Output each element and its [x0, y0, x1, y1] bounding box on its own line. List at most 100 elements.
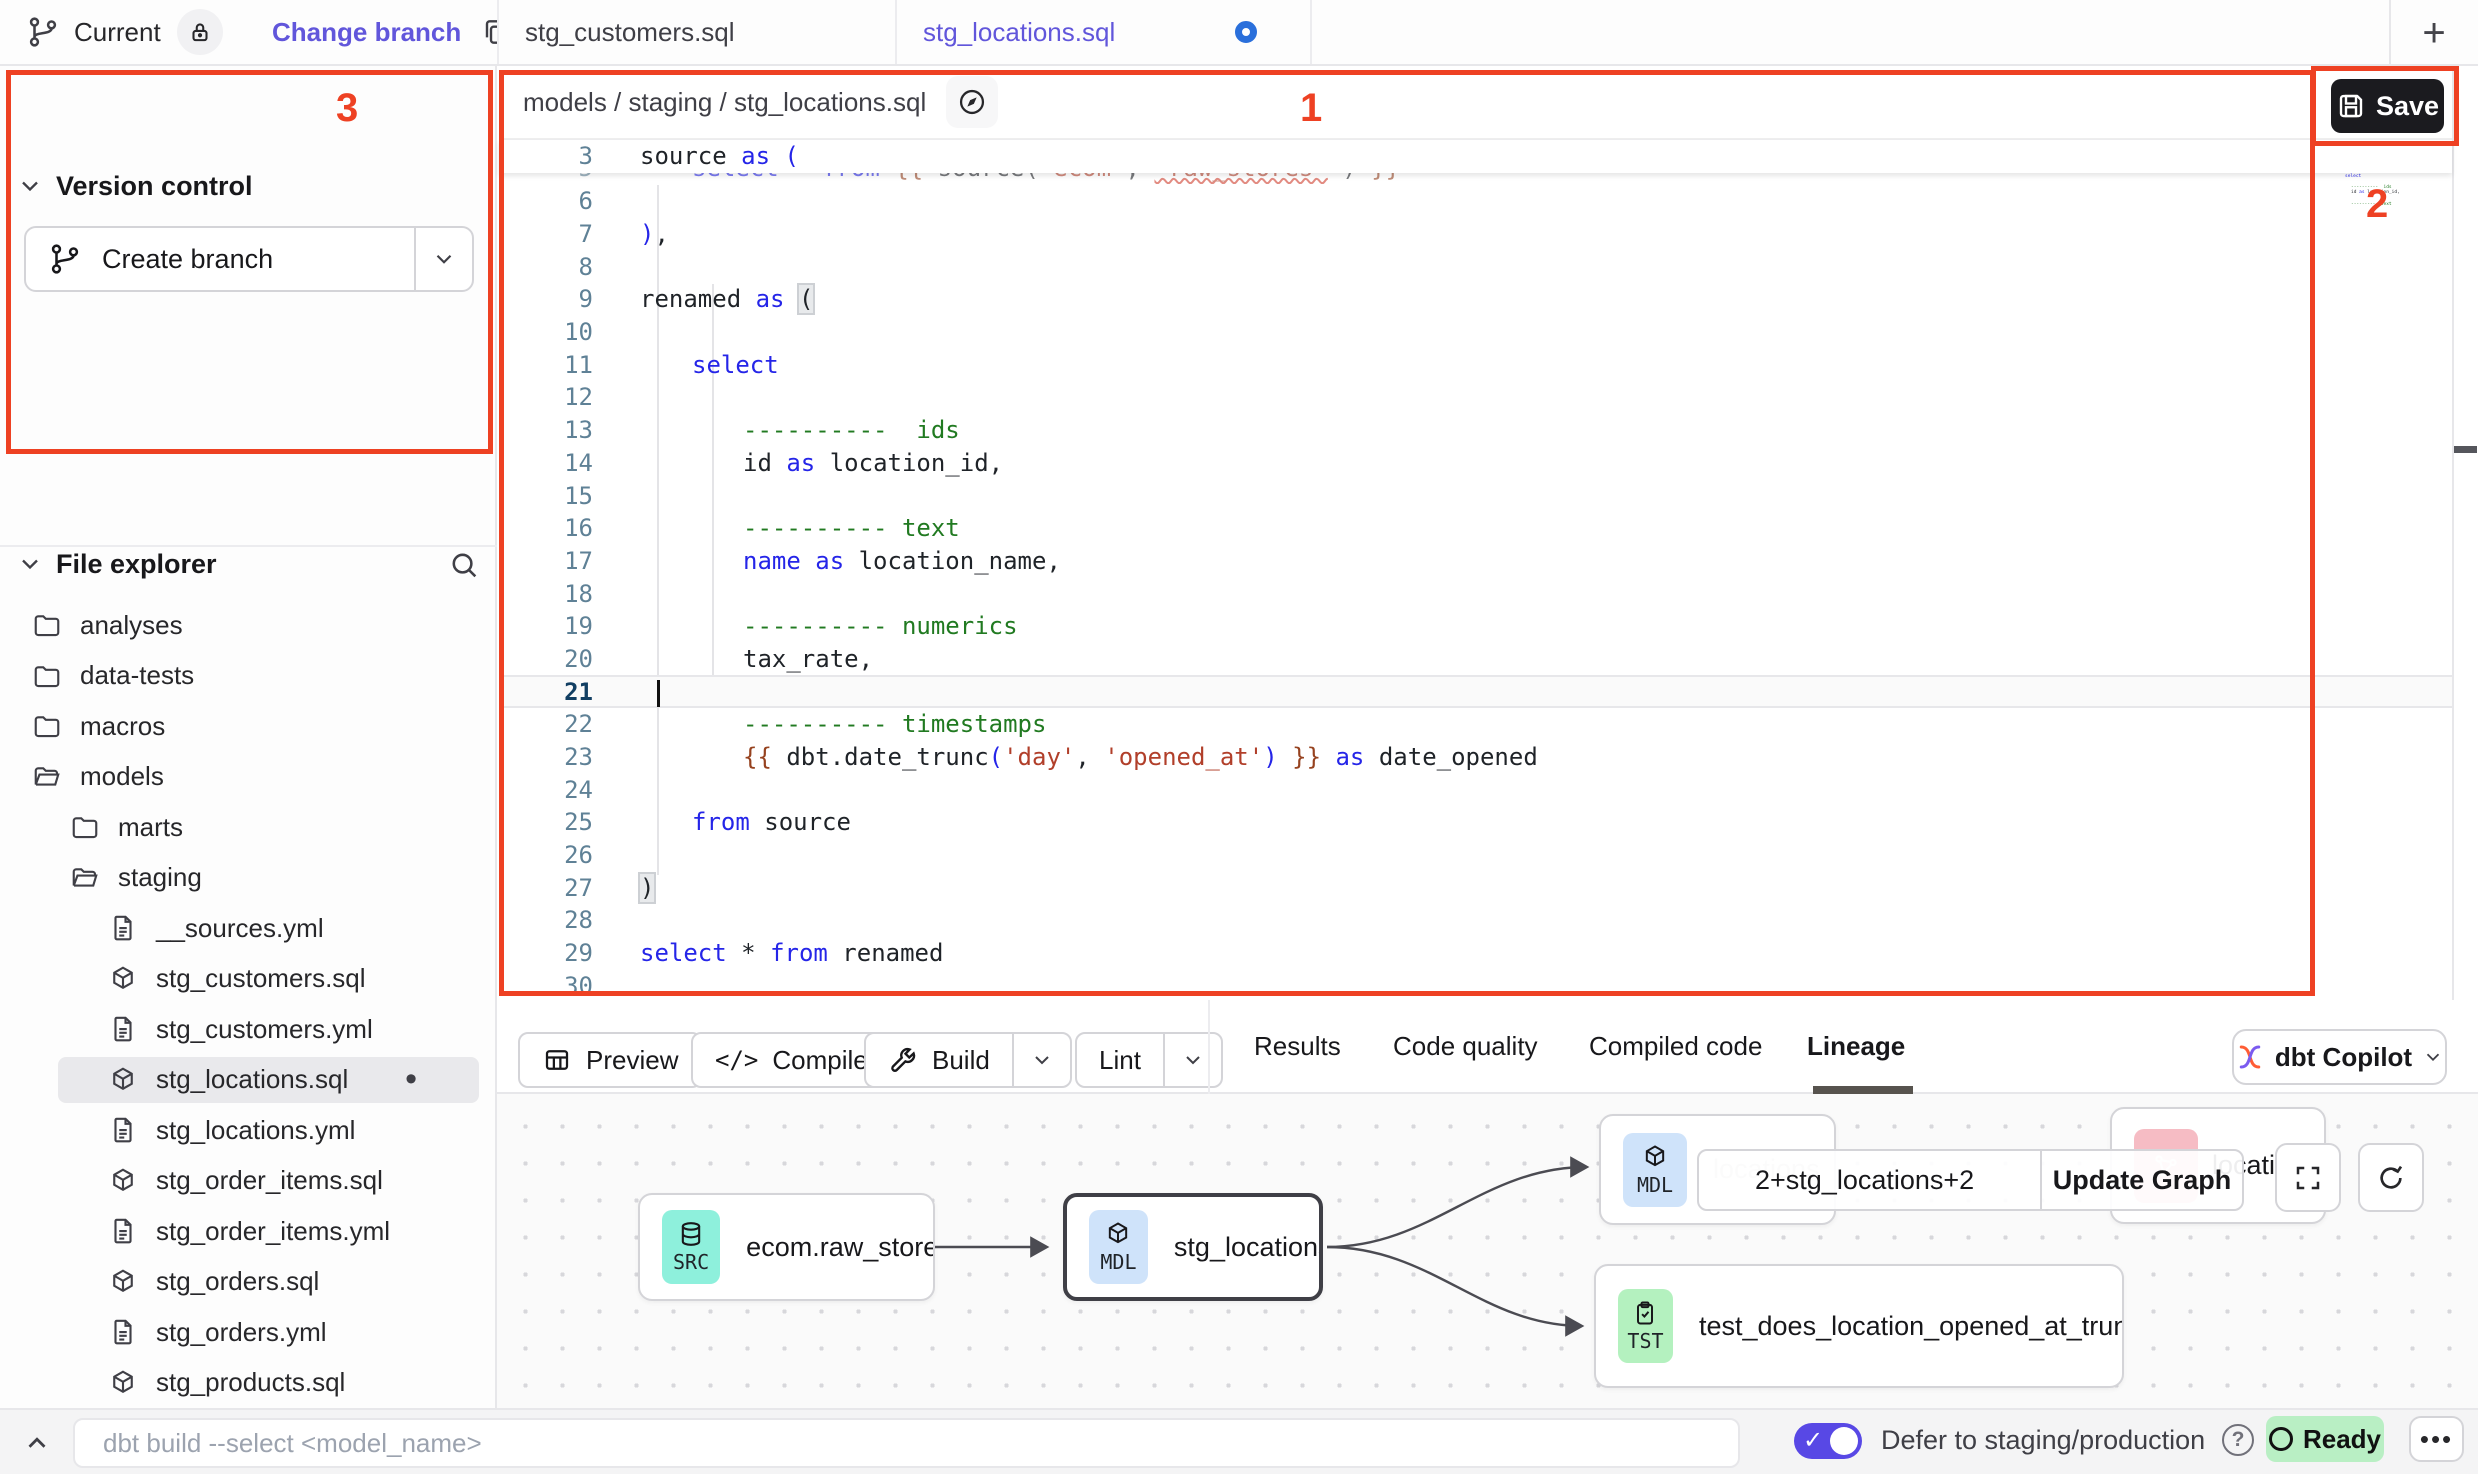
- file-label: stg_order_items.sql: [156, 1165, 383, 1196]
- file-item-stg-order-items-sql[interactable]: stg_order_items.sql: [0, 1156, 497, 1207]
- file-item-stg-orders-sql[interactable]: stg_orders.sql: [0, 1257, 497, 1308]
- lineage-node-source[interactable]: SRC ecom.raw_stores: [638, 1193, 935, 1301]
- file-explorer-header[interactable]: File explorer: [16, 532, 481, 596]
- code-line-23[interactable]: 23{{ dbt.date_trunc('day', 'opened_at') …: [499, 741, 2452, 774]
- code-line-18[interactable]: 18: [499, 577, 2452, 610]
- file-item-stg-customers-sql[interactable]: stg_customers.sql: [0, 954, 497, 1005]
- code-line-24[interactable]: 24: [499, 773, 2452, 806]
- panel-tab-lineage[interactable]: Lineage: [1807, 1000, 1905, 1092]
- code-line-28[interactable]: 28: [499, 904, 2452, 937]
- fullscreen-button[interactable]: [2275, 1143, 2341, 1212]
- code-line-8[interactable]: 8: [499, 250, 2452, 283]
- file-item-models[interactable]: models: [0, 752, 497, 803]
- chevron-up-icon[interactable]: [22, 1428, 52, 1458]
- code-editor[interactable]: models / staging / stg_locations.sql 3so…: [499, 66, 2452, 1000]
- code-token: ---------- ids: [743, 416, 960, 444]
- tab-stg-customers[interactable]: stg_customers.sql: [497, 0, 897, 64]
- code-line-29[interactable]: 29select * from renamed: [499, 937, 2452, 970]
- version-control-header[interactable]: Version control: [16, 154, 253, 218]
- code-token: date_opened: [1364, 743, 1537, 771]
- lint-button[interactable]: Lint: [1075, 1032, 1223, 1088]
- file-item-stg-customers-yml[interactable]: stg_customers.yml: [0, 1004, 497, 1055]
- help-icon[interactable]: ?: [2222, 1424, 2254, 1456]
- lineage-node-test[interactable]: TST test_does_location_opened_at_trunc_t…: [1594, 1264, 2124, 1388]
- code-line-15[interactable]: 15: [499, 479, 2452, 512]
- file-item-stg-orders-yml[interactable]: stg_orders.yml: [0, 1307, 497, 1358]
- code-line-30[interactable]: 30: [499, 970, 2452, 1003]
- file-item-stg-products-sql[interactable]: stg_products.sql: [0, 1358, 497, 1409]
- code-line-25[interactable]: 25from source: [499, 806, 2452, 839]
- code-line-13[interactable]: 13---------- ids: [499, 414, 2452, 447]
- code-line-16[interactable]: 16---------- text: [499, 512, 2452, 545]
- file-item-stg-locations-sql[interactable]: stg_locations.sql•: [0, 1055, 497, 1106]
- annotation-label-1: 1: [1300, 86, 1322, 131]
- preview-button[interactable]: Preview: [518, 1032, 702, 1088]
- dbt-copilot-button[interactable]: dbt Copilot: [2232, 1029, 2447, 1085]
- change-branch-button[interactable]: Change branch: [272, 0, 511, 64]
- defer-toggle[interactable]: ✓: [1794, 1423, 1862, 1459]
- lint-dropdown[interactable]: [1165, 1048, 1221, 1072]
- new-tab-button[interactable]: +: [2408, 8, 2460, 58]
- code-line-27[interactable]: 27): [499, 871, 2452, 904]
- code-line-26[interactable]: 26: [499, 839, 2452, 872]
- code-line-11[interactable]: 11select: [499, 348, 2452, 381]
- tab-stg-locations[interactable]: stg_locations.sql: [897, 0, 1312, 64]
- lineage-graph[interactable]: SRC ecom.raw_stores MDL stg_locations MD…: [497, 1094, 2478, 1408]
- file-item-data-tests[interactable]: data-tests: [0, 651, 497, 702]
- code-line-9[interactable]: 9renamed as (: [499, 283, 2452, 316]
- code-line-22[interactable]: 22---------- timestamps: [499, 708, 2452, 741]
- refresh-button[interactable]: [2358, 1143, 2424, 1212]
- code-line-20[interactable]: 20tax_rate,: [499, 643, 2452, 676]
- folder-icon: [68, 812, 102, 842]
- file-icon: [106, 913, 140, 943]
- create-branch-dropdown[interactable]: [416, 246, 472, 272]
- build-button[interactable]: Build: [864, 1032, 1072, 1088]
- panel-tab-results[interactable]: Results: [1254, 1000, 1341, 1092]
- file-item-staging[interactable]: staging: [0, 853, 497, 904]
- more-options-button[interactable]: •••: [2409, 1416, 2464, 1462]
- file-item-stg-order-items-yml[interactable]: stg_order_items.yml: [0, 1206, 497, 1257]
- folder-open-icon: [68, 863, 102, 893]
- clipped-code-line: 5select * from {{ source('ecom', 'raw_st…: [499, 173, 2452, 185]
- file-item-analyses[interactable]: analyses: [0, 600, 497, 651]
- view-lineage-compass-icon[interactable]: [946, 76, 998, 128]
- code-line-19[interactable]: 19---------- numerics: [499, 610, 2452, 643]
- file-item-macros[interactable]: macros: [0, 701, 497, 752]
- floppy-disk-icon: [2336, 91, 2366, 121]
- command-input[interactable]: dbt build --select <model_name>: [73, 1418, 1740, 1468]
- code-token: source: [640, 142, 741, 170]
- mdl-badge: MDL: [1623, 1133, 1687, 1207]
- search-icon[interactable]: [447, 548, 481, 582]
- line-number: 23: [499, 743, 593, 771]
- code-line-10[interactable]: 10: [499, 316, 2452, 349]
- code-line-21[interactable]: 21: [499, 675, 2452, 708]
- code-lines[interactable]: 67),89renamed as (1011select1213--------…: [499, 185, 2452, 1002]
- build-dropdown[interactable]: [1014, 1048, 1070, 1072]
- update-graph-button[interactable]: Update Graph: [2042, 1165, 2242, 1196]
- clipboard-check-icon: [1631, 1299, 1659, 1327]
- file-item--sources-yml[interactable]: __sources.yml: [0, 903, 497, 954]
- ready-status-badge[interactable]: Ready: [2266, 1416, 2384, 1462]
- code-line-5[interactable]: 5select * from {{ source('ecom', 'raw_st…: [499, 173, 2452, 185]
- code-token: source(: [938, 173, 1039, 182]
- compile-button[interactable]: </> Compile: [691, 1032, 892, 1088]
- lineage-node-stg-locations[interactable]: MDL stg_locations: [1063, 1193, 1323, 1301]
- create-branch-button[interactable]: Create branch: [24, 226, 474, 292]
- save-button[interactable]: Save: [2331, 79, 2444, 133]
- file-item-marts[interactable]: marts: [0, 802, 497, 853]
- file-item-stg-locations-yml[interactable]: stg_locations.yml: [0, 1105, 497, 1156]
- panel-resize-handle[interactable]: [2454, 446, 2477, 453]
- panel-tab-code-quality[interactable]: Code quality: [1393, 1000, 1538, 1092]
- code-line-6[interactable]: 6: [499, 185, 2452, 218]
- code-line-3[interactable]: 3source as (: [499, 140, 2452, 173]
- file-label: stg_orders.yml: [156, 1317, 327, 1348]
- code-line-7[interactable]: 7),: [499, 218, 2452, 251]
- lineage-selector-input[interactable]: 2+stg_locations+2: [1699, 1165, 2040, 1196]
- code-text: ---------- text: [743, 514, 960, 542]
- panel-tab-compiled-code[interactable]: Compiled code: [1589, 1000, 1762, 1092]
- code-line-12[interactable]: 12: [499, 381, 2452, 414]
- unsaved-changes-dot: [1235, 21, 1257, 43]
- code-line-14[interactable]: 14id as location_id,: [499, 447, 2452, 480]
- top-bar: Current Change branch stg_customers.sql …: [0, 0, 2478, 66]
- code-line-17[interactable]: 17name as location_name,: [499, 545, 2452, 578]
